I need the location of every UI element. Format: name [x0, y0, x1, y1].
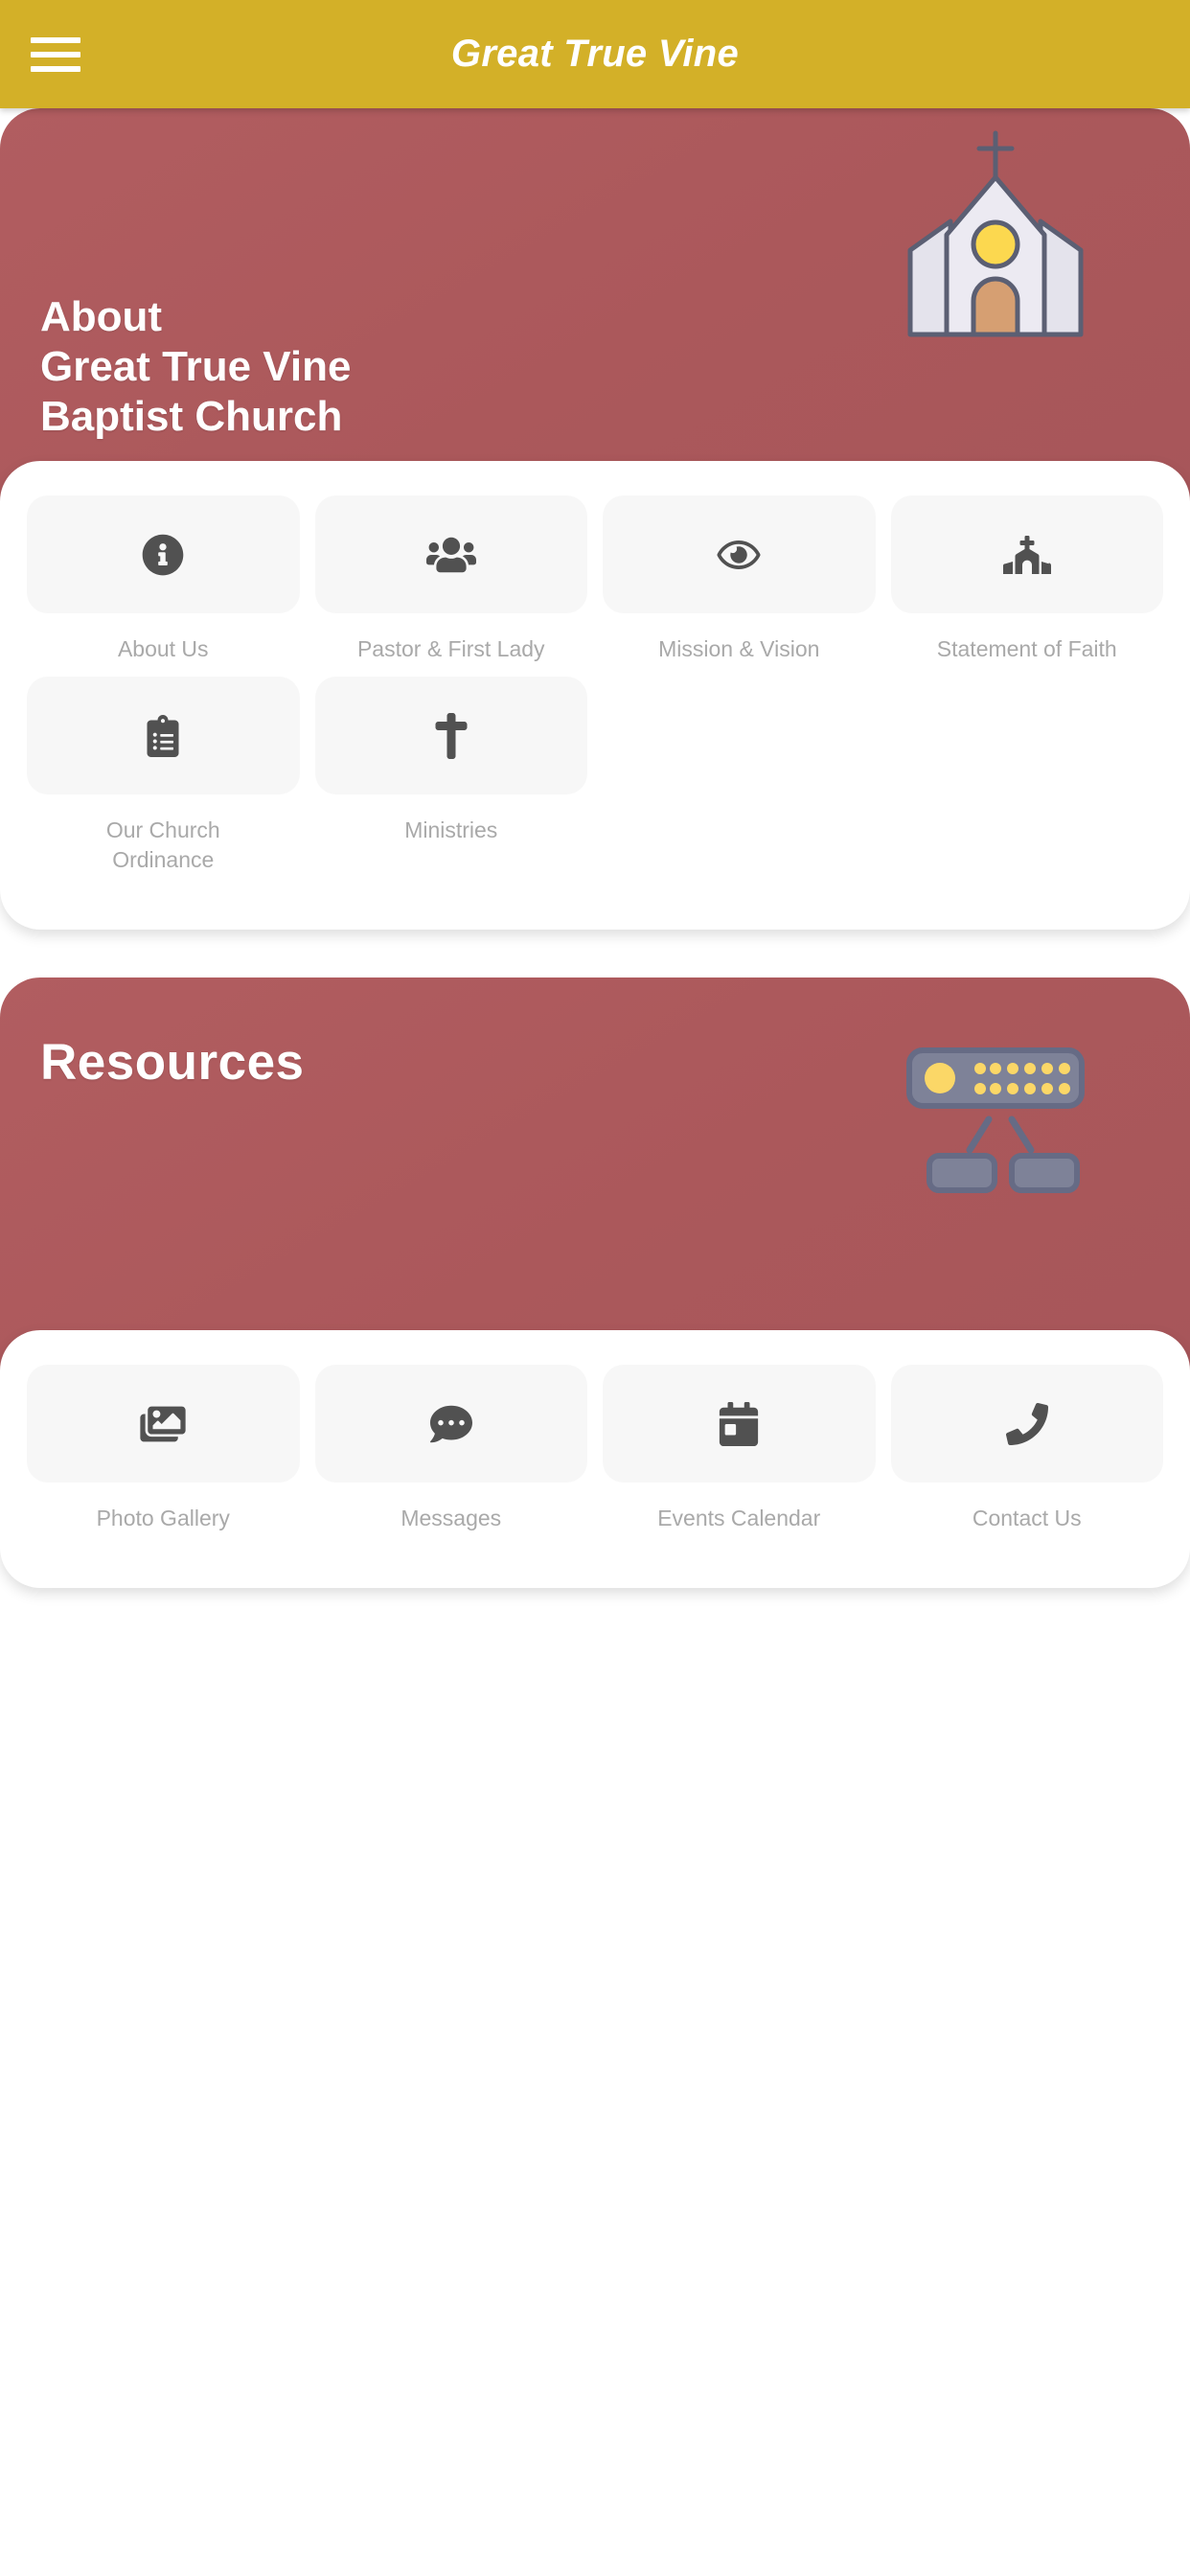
tile-contact-us-label: Contact Us: [972, 1506, 1082, 1531]
tile-ministries-label: Ministries: [404, 817, 498, 843]
hamburger-menu-icon[interactable]: [31, 34, 80, 75]
tile-messages-box[interactable]: [314, 1365, 587, 1484]
clipboard-list-icon: [147, 714, 179, 757]
images-icon: [139, 1404, 187, 1444]
tile-about-us-box[interactable]: [27, 495, 300, 613]
tile-photo-gallery-box[interactable]: [27, 1365, 300, 1484]
about-tiles-grid: About Us Pastor & First Lady Mission & V…: [27, 495, 1163, 887]
tile-our-church-ordinance-box[interactable]: [27, 677, 300, 795]
about-hero-title-line-3: Baptist Church: [40, 392, 343, 440]
resources-hero-title-line-1: Resources: [40, 1034, 305, 1092]
calendar-day-icon: [719, 1401, 759, 1446]
about-hero-title-line-2: Great True Vine: [40, 342, 352, 390]
resources-hero-title: Resources: [40, 1033, 305, 1093]
about-hero-title-line-1: About: [40, 293, 163, 340]
info-circle-icon: [142, 534, 184, 576]
eye-icon: [714, 536, 764, 574]
tile-about-us[interactable]: About Us: [27, 495, 300, 677]
tile-pastor-first-lady[interactable]: Pastor & First Lady: [314, 495, 587, 677]
tile-pastor-first-lady-box[interactable]: [314, 495, 587, 613]
users-group-icon: [425, 534, 476, 576]
tile-mission-vision-box[interactable]: [603, 495, 876, 613]
tile-mission-vision[interactable]: Mission & Vision: [603, 495, 876, 677]
tile-mission-vision-label: Mission & Vision: [658, 636, 820, 661]
tile-pastor-first-lady-label: Pastor & First Lady: [356, 636, 545, 661]
tile-statement-of-faith-box[interactable]: [890, 495, 1163, 613]
comment-dots-icon: [428, 1403, 474, 1445]
resources-tiles-grid: Photo Gallery Messages Events Calendar C…: [27, 1365, 1163, 1546]
church-icon: [1002, 534, 1051, 576]
tile-messages[interactable]: Messages: [314, 1365, 587, 1546]
tile-statement-of-faith-label: Statement of Faith: [936, 636, 1117, 661]
hamburger-bar-3: [31, 65, 80, 72]
resources-tiles-panel: Photo Gallery Messages Events Calendar C…: [0, 1330, 1190, 1589]
tile-events-calendar-label: Events Calendar: [657, 1506, 821, 1531]
hamburger-bar-1: [31, 36, 80, 43]
tile-events-calendar[interactable]: Events Calendar: [603, 1365, 876, 1546]
about-hero-title: About Great True Vine Baptist Church: [40, 292, 351, 442]
tile-contact-us[interactable]: Contact Us: [890, 1365, 1163, 1546]
network-router-illustration: [904, 1043, 1087, 1201]
phone-icon: [1005, 1402, 1048, 1445]
tile-ministries-box[interactable]: [314, 677, 587, 795]
tile-about-us-label: About Us: [117, 636, 209, 661]
tile-statement-of-faith[interactable]: Statement of Faith: [890, 495, 1163, 677]
church-building-illustration: [904, 127, 1087, 343]
tile-messages-label: Messages: [400, 1506, 502, 1531]
tile-contact-us-box[interactable]: [890, 1365, 1163, 1484]
about-hero-banner: About Great True Vine Baptist Church: [0, 108, 1190, 501]
app-root: Great True Vine About Great True Vine Ba…: [0, 0, 1190, 2576]
cross-icon: [435, 712, 468, 759]
app-title: Great True Vine: [450, 33, 740, 75]
tile-our-church-ordinance[interactable]: Our Church Ordinance: [27, 677, 300, 887]
app-bar: Great True Vine: [0, 0, 1190, 108]
section-about: About Great True Vine Baptist Church Abo…: [0, 108, 1190, 931]
tile-events-calendar-box[interactable]: [603, 1365, 876, 1484]
section-resources: Resources Photo Gallery Messages Events …: [0, 978, 1190, 1589]
tile-our-church-ordinance-label: Our Church Ordinance: [105, 817, 220, 872]
hamburger-bar-2: [31, 51, 80, 58]
tile-ministries[interactable]: Ministries: [314, 677, 587, 887]
resources-hero-banner: Resources: [0, 978, 1190, 1371]
about-tiles-panel: About Us Pastor & First Lady Mission & V…: [0, 461, 1190, 931]
tile-photo-gallery-label: Photo Gallery: [96, 1506, 230, 1531]
tile-photo-gallery[interactable]: Photo Gallery: [27, 1365, 300, 1546]
